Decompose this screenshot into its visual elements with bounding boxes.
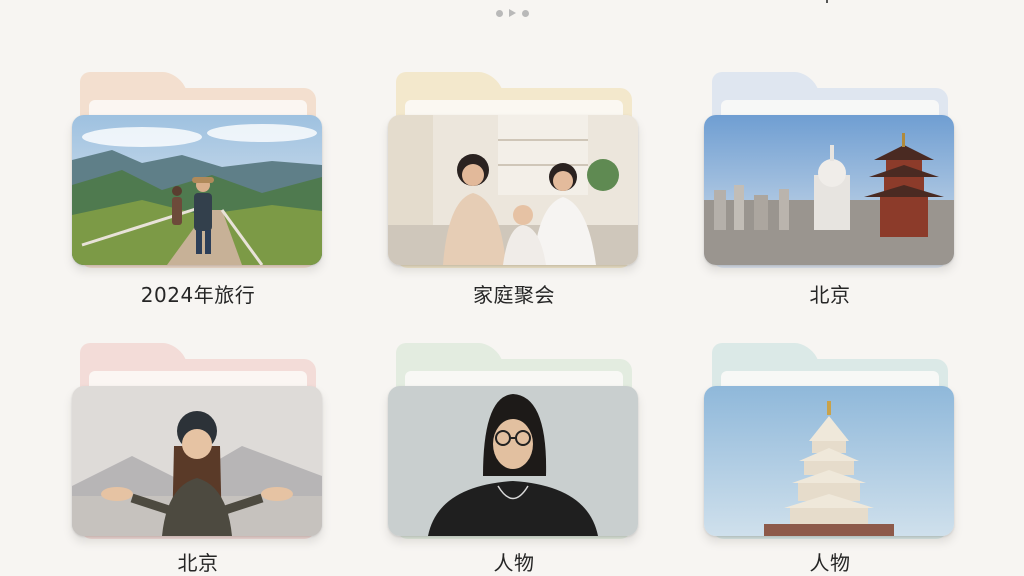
folder-cover-photo [72,115,322,265]
album-label[interactable]: 2024年旅行 [72,279,324,308]
album-folder-beijing-2[interactable] [72,343,324,543]
album-label[interactable]: 人物 [704,547,956,576]
folder-cover-photo [704,386,954,536]
folder-cover-photo [388,115,638,265]
album-folder-people-2[interactable] [704,343,956,543]
folder-cover-photo [72,386,322,536]
album-label[interactable]: 家庭聚会 [388,279,640,308]
folder-cover-photo [704,115,954,265]
album-folder-people[interactable] [388,343,640,543]
album-folder-travel-2024[interactable] [72,72,324,272]
album-label[interactable]: 北京 [704,279,956,308]
album-folder-family-gathering[interactable] [388,72,640,272]
album-label[interactable]: 北京 [72,547,324,576]
album-grid: 2024年旅行 家庭聚会 北京 北京 人物 人物 [0,0,1024,576]
album-folder-beijing[interactable] [704,72,956,272]
album-label[interactable]: 人物 [388,547,640,576]
folder-cover-photo [388,386,638,536]
